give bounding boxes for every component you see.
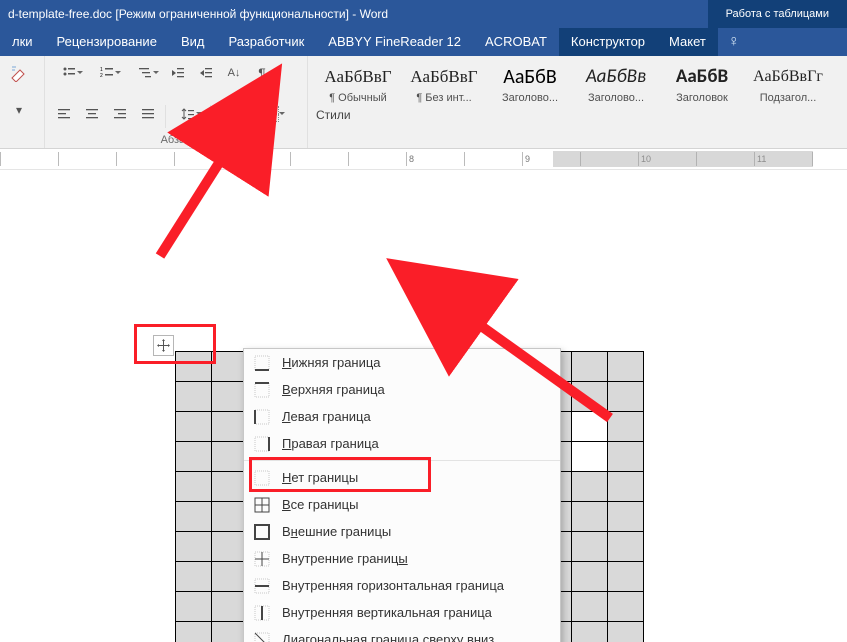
table-cell[interactable] [176, 412, 212, 442]
table-cell[interactable] [176, 592, 212, 622]
ruler[interactable]: 8910111213 [0, 149, 847, 170]
table-cell[interactable] [572, 532, 608, 562]
bottom-icon [252, 353, 272, 373]
tab-abbyy[interactable]: ABBYY FineReader 12 [316, 28, 473, 56]
table-cell[interactable] [572, 562, 608, 592]
bullets-button[interactable] [51, 60, 87, 86]
inh-icon [252, 576, 272, 596]
tab-review[interactable]: Рецензирование [45, 28, 169, 56]
multilevel-button[interactable] [127, 60, 163, 86]
annotation-box-menu-item [249, 457, 431, 492]
align-center-button[interactable] [79, 101, 105, 127]
table-cell[interactable] [176, 562, 212, 592]
menu-inside[interactable]: Внутренние границы [244, 545, 560, 572]
menu-inh[interactable]: Внутренняя горизонтальная граница [244, 572, 560, 599]
increase-indent-button[interactable] [193, 60, 219, 86]
styles-group-label: Стили [316, 108, 830, 122]
style-3[interactable]: АаБбВвЗаголово... [574, 60, 658, 106]
align-right-button[interactable] [107, 101, 133, 127]
annotation-arrow-2 [410, 278, 630, 441]
table-cell[interactable] [608, 502, 644, 532]
left-icon [252, 407, 272, 427]
table-cell[interactable] [176, 532, 212, 562]
table-cell[interactable] [176, 382, 212, 412]
table-cell[interactable] [572, 472, 608, 502]
inv-icon [252, 603, 272, 623]
show-marks-button[interactable]: ¶ [249, 60, 275, 86]
align-left-button[interactable] [51, 101, 77, 127]
table-cell[interactable] [608, 532, 644, 562]
all-icon [252, 495, 272, 515]
table-cell[interactable] [572, 442, 608, 472]
tab-table-design[interactable]: Конструктор [559, 28, 657, 56]
table-cell[interactable] [572, 502, 608, 532]
ruler-margin-area [553, 151, 813, 167]
table-cell[interactable] [176, 472, 212, 502]
style-5[interactable]: АаБбВвГгПодзагол... [746, 60, 830, 106]
menu-inv[interactable]: Внутренняя вертикальная граница [244, 599, 560, 626]
annotation-box-handle [134, 324, 216, 364]
svg-text:2: 2 [100, 73, 103, 79]
style-1[interactable]: АаБбВвГ¶ Без инт... [402, 60, 486, 106]
decrease-indent-button[interactable] [165, 60, 191, 86]
sort-button[interactable]: A↓ [221, 60, 247, 86]
table-cell[interactable] [608, 622, 644, 642]
table-cell[interactable] [572, 592, 608, 622]
ribbon: ▾ 12 A↓ ¶ Абзац Аа [0, 56, 847, 149]
menu-outside[interactable]: Внешние границы [244, 518, 560, 545]
ribbon-tabs: лки Рецензирование Вид Разработчик ABBYY… [0, 28, 847, 56]
table-cell[interactable] [572, 622, 608, 642]
style-2[interactable]: АаБбВЗаголово... [488, 60, 572, 106]
table-cell[interactable] [608, 442, 644, 472]
style-0[interactable]: АаБбВвГ¶ Обычный [316, 60, 400, 106]
table-cell[interactable] [608, 562, 644, 592]
annotation-arrow-1 [150, 96, 310, 269]
numbering-button[interactable]: 12 [89, 60, 125, 86]
document-title: d-template-free.doc [Режим ограниченной … [8, 7, 388, 21]
tab-developer[interactable]: Разработчик [216, 28, 316, 56]
inside-icon [252, 549, 272, 569]
unknown-button[interactable]: ▾ [6, 97, 32, 123]
table-cell[interactable] [176, 622, 212, 642]
table-cell[interactable] [176, 442, 212, 472]
help-icon[interactable]: ♀ [718, 33, 750, 51]
table-cell[interactable] [176, 502, 212, 532]
outside-icon [252, 522, 272, 542]
menu-ddown[interactable]: Диагональная граница сверху вниз [244, 626, 560, 642]
right-icon [252, 434, 272, 454]
document-page[interactable]: e Нижняя границаВерхняя границаЛевая гра… [0, 196, 847, 642]
top-icon [252, 380, 272, 400]
menu-all[interactable]: Все границы [244, 491, 560, 518]
titlebar: d-template-free.doc [Режим ограниченной … [0, 0, 708, 28]
tab-table-layout[interactable]: Макет [657, 28, 718, 56]
table-cell[interactable] [608, 472, 644, 502]
styles-group: АаБбВвГ¶ ОбычныйАаБбВвГ¶ Без инт...АаБбВ… [308, 56, 834, 148]
clear-format-button[interactable] [6, 60, 32, 86]
tab-links[interactable]: лки [0, 28, 45, 56]
table-tools-header: Работа с таблицами [708, 0, 847, 28]
ddown-icon [252, 630, 272, 642]
tab-view[interactable]: Вид [169, 28, 217, 56]
style-4[interactable]: АаБбВЗаголовок [660, 60, 744, 106]
table-cell[interactable] [608, 592, 644, 622]
tab-acrobat[interactable]: ACROBAT [473, 28, 559, 56]
